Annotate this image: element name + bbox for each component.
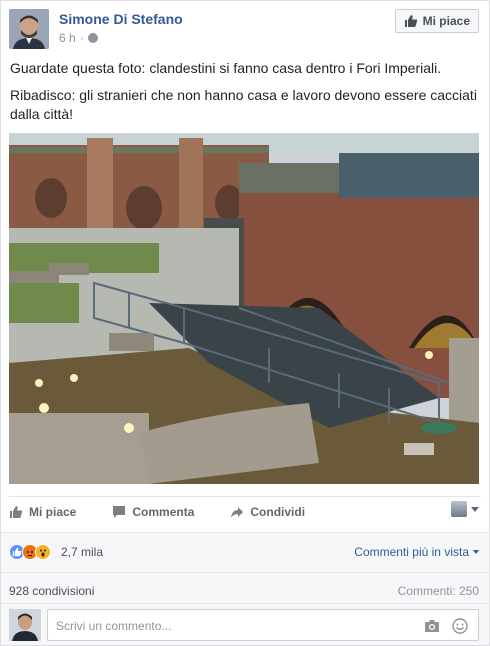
identity-picker[interactable]: [451, 501, 479, 517]
post-text-line-2: Ribadisco: gli stranieri che non hanno c…: [10, 87, 477, 122]
thumbs-up-icon: [10, 506, 23, 518]
chevron-down-icon: [471, 506, 479, 512]
reaction-icons[interactable]: [9, 544, 51, 560]
post-photo[interactable]: [9, 133, 479, 484]
share-label: Condividi: [250, 505, 306, 519]
reaction-count[interactable]: 2,7 mila: [61, 545, 103, 559]
comment-sort-label: Commenti più in vista: [354, 545, 469, 559]
like-page-label: Mi piace: [422, 14, 470, 28]
wow-reaction-icon: [35, 544, 51, 560]
chevron-down-icon: [473, 550, 479, 554]
post-text-line-1: Guardate questa foto: clandestini si fan…: [10, 60, 442, 76]
author-avatar[interactable]: [9, 9, 49, 49]
avatar: [451, 501, 467, 517]
comment-composer: Scrivi un commento...: [1, 603, 489, 645]
share-count[interactable]: 928 condivisioni: [9, 584, 94, 598]
share-button[interactable]: Condividi: [230, 505, 305, 519]
post-card: Simone Di Stefano 6 h · Mi piace Guardat…: [0, 0, 490, 646]
globe-icon: [87, 33, 98, 43]
emoji-icon[interactable]: [452, 618, 468, 634]
author-name[interactable]: Simone Di Stefano: [59, 11, 183, 27]
reactions-row: 2,7 mila Commenti più in vista: [1, 532, 489, 572]
avatar: [9, 609, 41, 641]
action-bar: Mi piace Commenta Condividi: [9, 501, 481, 523]
comment-button[interactable]: Commenta: [112, 505, 194, 519]
like-button[interactable]: Mi piace: [9, 505, 76, 519]
like-page-button[interactable]: Mi piace: [394, 9, 479, 33]
like-label: Mi piace: [29, 505, 77, 519]
camera-icon[interactable]: [424, 619, 440, 633]
post-time[interactable]: 6 h: [59, 31, 76, 45]
post-text: Guardate questa foto: clandestini si fan…: [10, 59, 480, 132]
comment-count: Commenti: 250: [397, 584, 479, 598]
actions-divider: [9, 496, 481, 497]
comment-sort-select[interactable]: Commenti più in vista: [354, 545, 479, 559]
share-arrow-icon: [231, 507, 244, 518]
post-header: Simone Di Stefano 6 h · Mi piace: [9, 9, 481, 51]
post-meta: 6 h ·: [59, 31, 98, 45]
comment-icon: [113, 506, 126, 518]
comment-placeholder: Scrivi un commento...: [56, 619, 172, 633]
comment-input[interactable]: Scrivi un commento...: [47, 609, 479, 641]
thumbs-up-icon: [404, 15, 417, 27]
stats-row: 928 condivisioni Commenti: 250: [1, 572, 489, 606]
comment-label: Commenta: [132, 505, 195, 519]
